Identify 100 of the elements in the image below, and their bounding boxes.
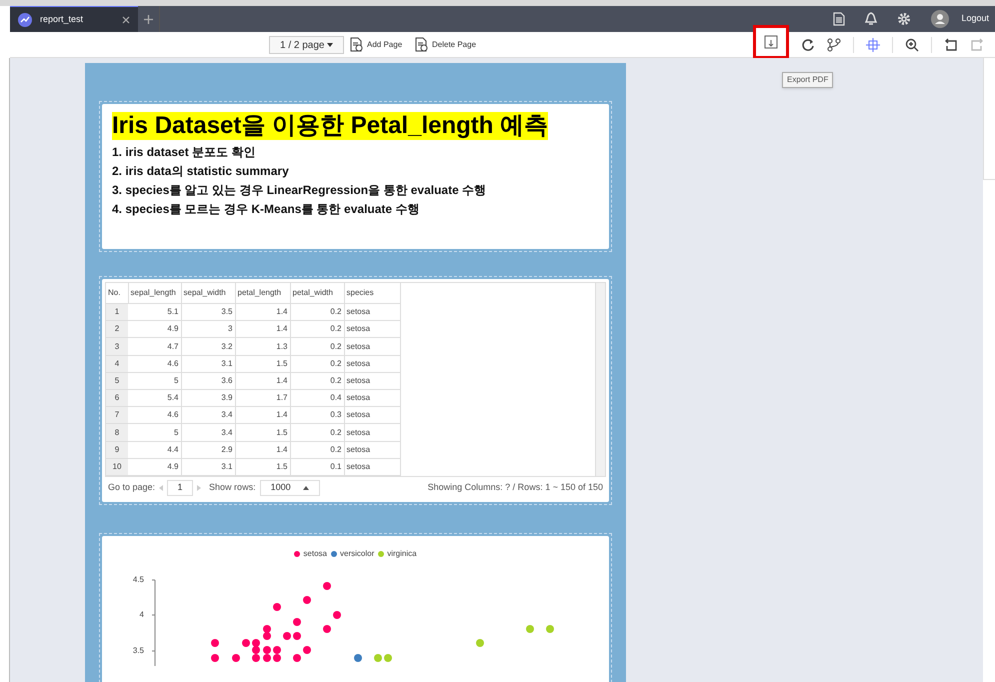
tab-label: report_test <box>40 12 84 26</box>
page-input[interactable]: 1 <box>167 480 194 496</box>
table-cell: setosa <box>344 372 400 390</box>
table-cell: 0.4 <box>290 390 344 407</box>
row-number: 10 <box>106 458 128 476</box>
logout-link[interactable]: Logout <box>961 12 989 26</box>
tab[interactable]: report_test <box>10 6 138 32</box>
table-cell: 5.1 <box>128 304 181 321</box>
table-cell: 0.2 <box>290 441 344 458</box>
add-page-button[interactable]: Add Page <box>350 37 402 52</box>
data-point <box>323 624 331 633</box>
table-cell: 3.1 <box>181 355 235 372</box>
table-cell: setosa <box>344 441 400 458</box>
data-point <box>232 654 240 662</box>
table-cell: setosa <box>344 424 400 442</box>
settings-icon[interactable] <box>897 12 912 26</box>
table-cell: 1.4 <box>235 320 290 338</box>
data-point <box>476 638 484 647</box>
table-cell: setosa <box>344 320 400 338</box>
avatar-icon[interactable] <box>931 10 950 28</box>
list-item: 4. species를 모르는 경우 K-Means를 통한 evaluate 수행 <box>112 201 420 218</box>
axis-tick-label: 4 <box>140 610 144 620</box>
table-cell: 4.9 <box>128 320 181 338</box>
table-cell: setosa <box>344 458 400 476</box>
row-number: 6 <box>106 390 128 407</box>
add-page-icon[interactable] <box>350 37 363 52</box>
data-point <box>546 624 554 633</box>
column-header[interactable]: petal_length <box>235 282 290 304</box>
table-cell: 4.4 <box>128 441 181 458</box>
table-cell: 1.4 <box>235 441 290 458</box>
page-select[interactable]: 1 / 2 page <box>269 36 344 54</box>
refresh-icon[interactable] <box>801 38 815 52</box>
table-cell: 0.3 <box>290 406 344 424</box>
add-tab-icon[interactable] <box>144 14 153 24</box>
data-point <box>293 618 301 626</box>
table-cell: 4.9 <box>128 458 181 476</box>
document-icon[interactable] <box>833 12 846 26</box>
bell-icon[interactable] <box>865 12 878 26</box>
table-cell: 5 <box>128 372 181 390</box>
table-cell: 1.7 <box>235 390 290 407</box>
table-cell: 3.9 <box>181 390 235 407</box>
branch-icon[interactable] <box>827 38 841 52</box>
table-cell: 3.1 <box>181 458 235 476</box>
axis-tick-label: 3.5 <box>132 646 144 656</box>
table-cell: 1.3 <box>235 338 290 356</box>
close-icon[interactable] <box>122 16 130 24</box>
table-cell: 1.5 <box>235 458 290 476</box>
table-cell: 3.4 <box>181 424 235 442</box>
zoom-in-icon[interactable] <box>905 38 919 52</box>
table-cell: 0.2 <box>290 304 344 321</box>
column-header[interactable]: sepal_length <box>128 282 181 304</box>
table-cell: 0.2 <box>290 424 344 442</box>
table-cell: 0.2 <box>290 320 344 338</box>
delete-page-icon[interactable] <box>415 37 428 52</box>
delete-page-button[interactable]: Delete Page <box>415 37 476 52</box>
table-cell: 1.5 <box>235 424 290 442</box>
row-number: 5 <box>106 372 128 390</box>
list-item: 3. species를 알고 있는 경우 LinearRegression을 통한 evaluate 수행 <box>112 182 488 199</box>
table-cell: 1.4 <box>235 304 290 321</box>
table-cell: 0.2 <box>290 338 344 356</box>
crosshair-icon[interactable] <box>866 38 880 52</box>
table-cell: setosa <box>344 390 400 407</box>
data-point <box>526 624 534 633</box>
table-cell: 1.4 <box>235 372 290 390</box>
data-point <box>323 582 331 590</box>
data-point <box>384 654 392 662</box>
caret-icon[interactable] <box>327 43 334 47</box>
tooltip: Export PDF <box>782 72 834 88</box>
row-number: 4 <box>106 355 128 372</box>
data-point <box>354 654 362 662</box>
axis-tick-label: 4.5 <box>132 574 144 585</box>
table-cell: setosa <box>344 355 400 372</box>
table-cell: 0.2 <box>290 372 344 390</box>
legend-label: versicolor <box>340 548 374 560</box>
export-pdf-button[interactable] <box>753 25 789 59</box>
rows-select[interactable]: 1000 <box>260 480 320 496</box>
table-cell: setosa <box>344 406 400 424</box>
table-cell: 0.2 <box>290 355 344 372</box>
scrollbar[interactable] <box>595 282 605 476</box>
table-cell: 3 <box>181 320 235 338</box>
data-point <box>303 646 311 654</box>
chart-icon[interactable] <box>18 12 32 26</box>
column-header[interactable]: petal_width <box>290 282 344 304</box>
caret-icon[interactable] <box>302 486 309 490</box>
show-rows-label: Show rows: <box>209 481 256 494</box>
data-point <box>242 638 250 647</box>
column-header[interactable]: sepal_width <box>181 282 235 304</box>
table-cell: 5 <box>128 424 181 442</box>
row-number: 9 <box>106 441 128 458</box>
table-cell: 4.6 <box>128 406 181 424</box>
row-number: 2 <box>106 320 128 338</box>
table-cell: setosa <box>344 304 400 321</box>
row-number: 8 <box>106 424 128 442</box>
report-title: Iris Dataset을 이용한 Petal_length 예측 <box>112 112 548 140</box>
undo-icon[interactable] <box>944 38 958 52</box>
pdf-icon <box>764 35 778 49</box>
legend-label: setosa <box>303 548 327 560</box>
column-header[interactable]: species <box>344 282 400 304</box>
table-cell: setosa <box>344 338 400 356</box>
data-point <box>303 596 311 604</box>
